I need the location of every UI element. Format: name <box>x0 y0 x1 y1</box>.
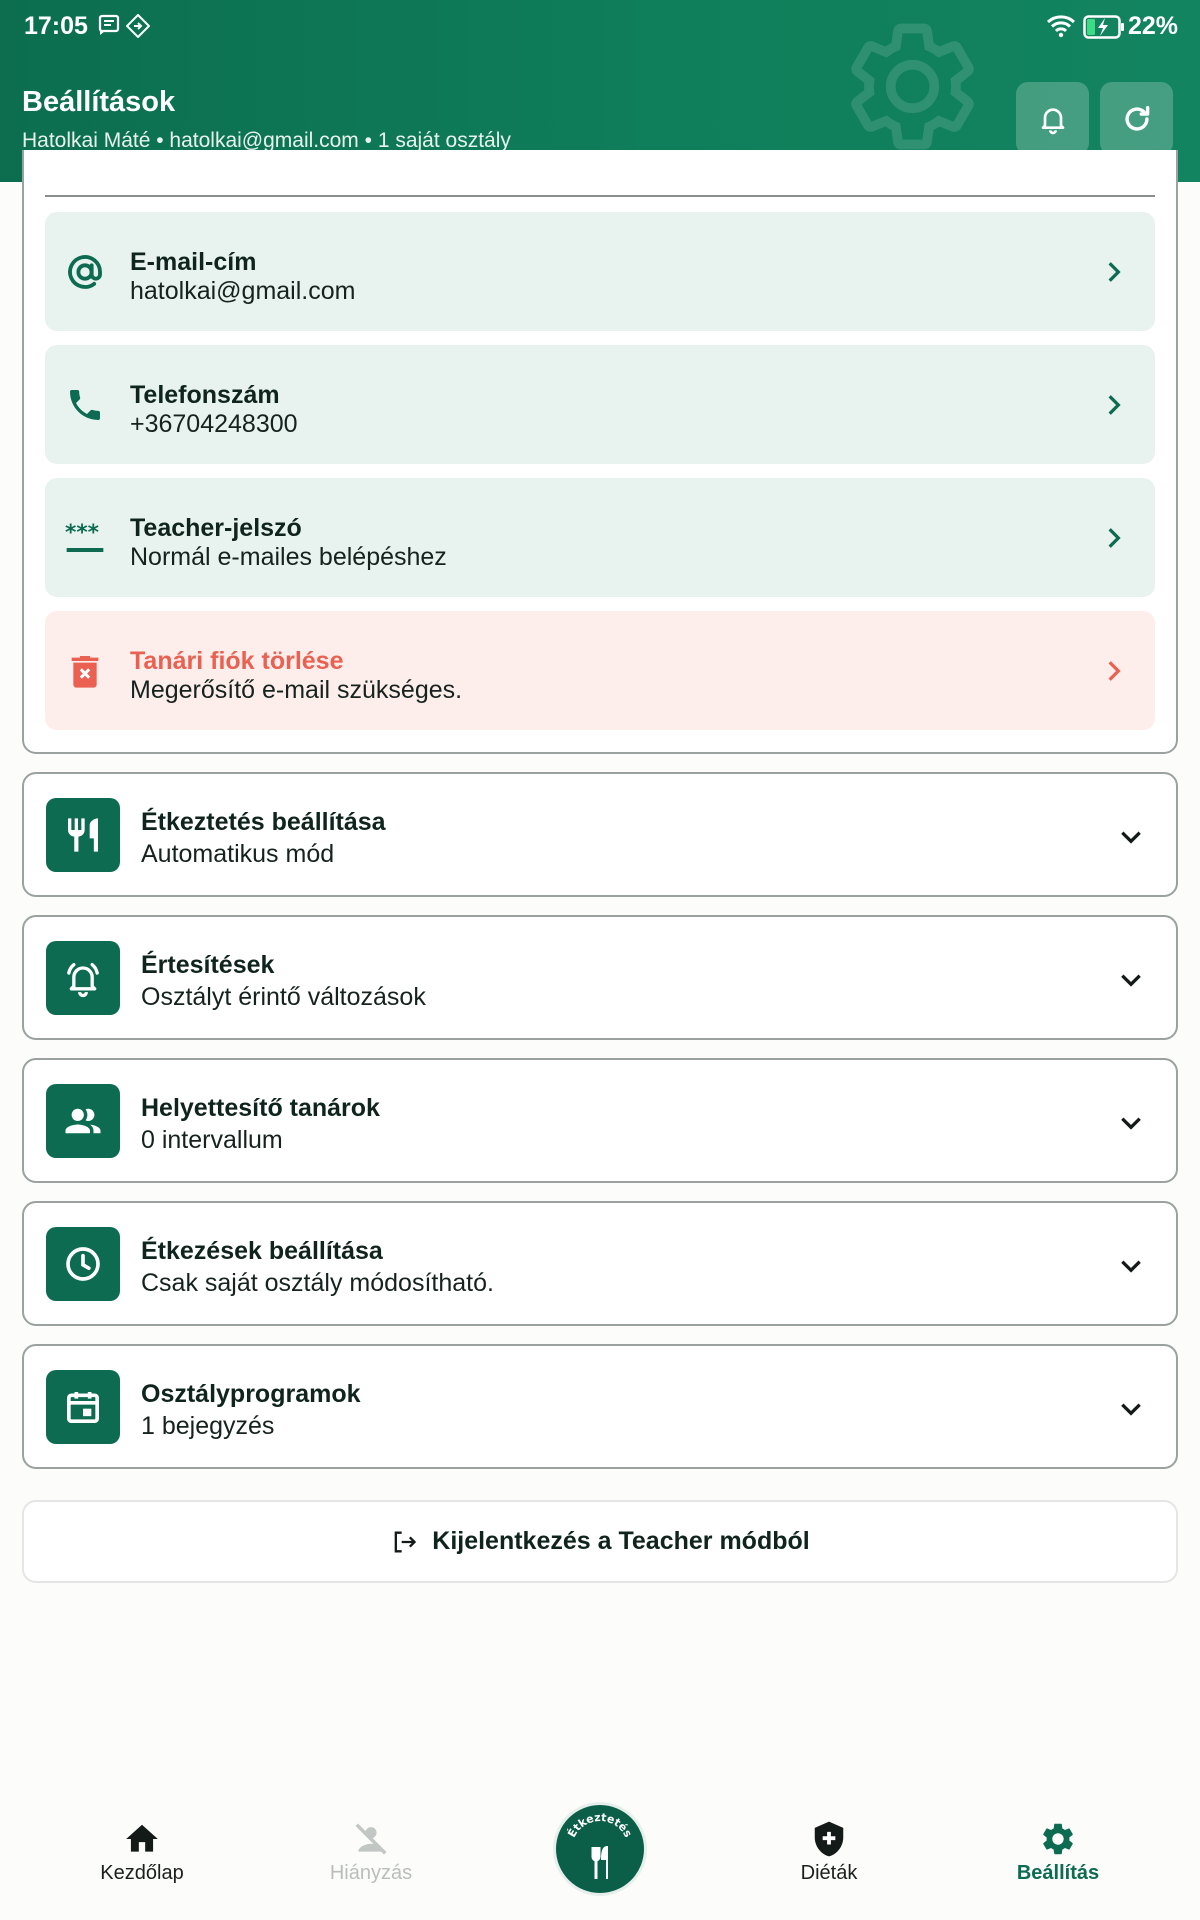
delete-account-row[interactable]: Tanári fiók törlése Megerősítő e-mail sz… <box>45 611 1155 730</box>
status-bar: 17:05 22% <box>0 0 1200 56</box>
chevron-down-icon <box>1121 1117 1141 1130</box>
class-programs-section[interactable]: Osztályprogramok 1 bejegyzés <box>22 1344 1178 1469</box>
chevron-down-icon <box>1121 831 1141 844</box>
section-title: Étkeztetés beállítása <box>141 808 386 836</box>
cutlery-icon: Étkeztetés <box>565 1811 635 1879</box>
section-title: Étkezések beállítása <box>141 1237 383 1265</box>
calendar-icon <box>67 1392 99 1423</box>
refresh-button[interactable] <box>1100 82 1173 155</box>
nav-diets[interactable]: Diéták <box>749 1820 909 1885</box>
people-icon <box>65 1108 101 1134</box>
bell-icon <box>1041 107 1064 134</box>
battery-charging-icon <box>1083 15 1124 39</box>
phone-row[interactable]: Telefonszám +36704248300 <box>45 345 1155 464</box>
nav-home[interactable]: Kezdőlap <box>62 1820 222 1885</box>
svg-text:***: *** <box>65 521 99 546</box>
section-icon-box <box>46 1370 120 1444</box>
meals-settings-section[interactable]: Étkezések beállítása Csak saját osztály … <box>22 1201 1178 1326</box>
trash-icon <box>71 656 99 688</box>
person-off-icon <box>355 1823 387 1855</box>
page-title: Beállítások <box>22 86 176 118</box>
delete-account-subtitle: Megerősítő e-mail szükséges. <box>130 676 463 704</box>
meal-settings-section[interactable]: Étkeztetés beállítása Automatikus mód <box>22 772 1178 897</box>
section-subtitle: Csak saját osztály módosítható. <box>141 1269 494 1297</box>
clock-icon <box>66 1247 100 1281</box>
section-subtitle: 1 bejegyzés <box>141 1412 275 1440</box>
logout-button[interactable]: Kijelentkezés a Teacher módból <box>22 1500 1178 1583</box>
nav-settings[interactable]: Beállítás <box>978 1820 1138 1885</box>
section-icon-box <box>46 1084 120 1158</box>
logout-icon <box>394 1531 417 1552</box>
nav-label: Beállítás <box>1016 1862 1100 1884</box>
delete-account-title: Tanári fiók törlése <box>130 647 344 675</box>
phone-icon <box>70 390 100 420</box>
password-row[interactable]: *** Teacher-jelszó Normál e-mailes belép… <box>45 478 1155 597</box>
password-row-title: Teacher-jelszó <box>130 514 302 542</box>
message-icon <box>98 14 120 35</box>
email-row-value: hatolkai@gmail.com <box>130 277 356 305</box>
section-title: Értesítések <box>141 951 275 979</box>
notifications-section[interactable]: Értesítések Osztályt érintő változások <box>22 915 1178 1040</box>
nav-absence[interactable]: Hiányzás <box>291 1820 451 1885</box>
section-title: Osztályprogramok <box>141 1380 361 1408</box>
wifi-icon <box>1046 15 1076 38</box>
section-title: Helyettesítő tanárok <box>141 1094 380 1122</box>
phone-row-value: +36704248300 <box>130 410 298 438</box>
chevron-right-icon <box>1108 661 1121 681</box>
chevron-down-icon <box>1121 1260 1141 1273</box>
password-icon: *** <box>65 521 104 552</box>
phone-row-title: Telefonszám <box>130 381 280 409</box>
divider <box>45 195 1155 197</box>
svg-text:Étkeztetés: Étkeztetés <box>565 1811 635 1840</box>
nav-meals[interactable]: Étkeztetés <box>553 1802 647 1896</box>
chevron-down-icon <box>1121 1403 1141 1416</box>
shield-plus-icon <box>814 1821 844 1857</box>
email-row[interactable]: E-mail-cím hatolkai@gmail.com <box>45 212 1155 331</box>
email-row-title: E-mail-cím <box>130 248 257 276</box>
section-icon-box <box>46 1227 120 1301</box>
chevron-right-icon <box>1108 395 1121 415</box>
chevron-right-icon <box>1108 528 1121 548</box>
notifications-button[interactable] <box>1016 82 1089 155</box>
password-row-value: Normál e-mailes belépéshez <box>130 543 447 571</box>
logout-label: Kijelentkezés a Teacher módból <box>432 1527 810 1555</box>
section-subtitle: 0 intervallum <box>141 1126 283 1154</box>
gear-icon <box>851 23 974 150</box>
section-subtitle: Osztályt érintő változások <box>141 983 426 1011</box>
substitute-teachers-section[interactable]: Helyettesítő tanárok 0 intervallum <box>22 1058 1178 1183</box>
chevron-right-icon <box>1108 262 1121 282</box>
section-icon-box <box>46 798 120 872</box>
status-time: 17:05 <box>24 12 88 40</box>
chevron-down-icon <box>1121 974 1141 987</box>
nav-label: Kezdőlap <box>100 1862 184 1884</box>
home-icon <box>126 1824 158 1852</box>
section-icon-box <box>46 941 120 1015</box>
battery-percentage: 22% <box>1127 12 1178 40</box>
section-subtitle: Automatikus mód <box>141 840 335 868</box>
alarm-bell-icon <box>67 963 99 998</box>
nav-label: Hiányzás <box>329 1862 413 1884</box>
nav-center-label: Étkeztetés <box>565 1811 635 1840</box>
at-icon <box>68 255 102 289</box>
nav-label: Diéták <box>800 1862 858 1884</box>
refresh-icon <box>1124 105 1149 131</box>
fork-knife-icon <box>68 818 98 852</box>
gear-icon <box>1043 1823 1073 1855</box>
vpn-diamond-icon <box>126 14 150 38</box>
